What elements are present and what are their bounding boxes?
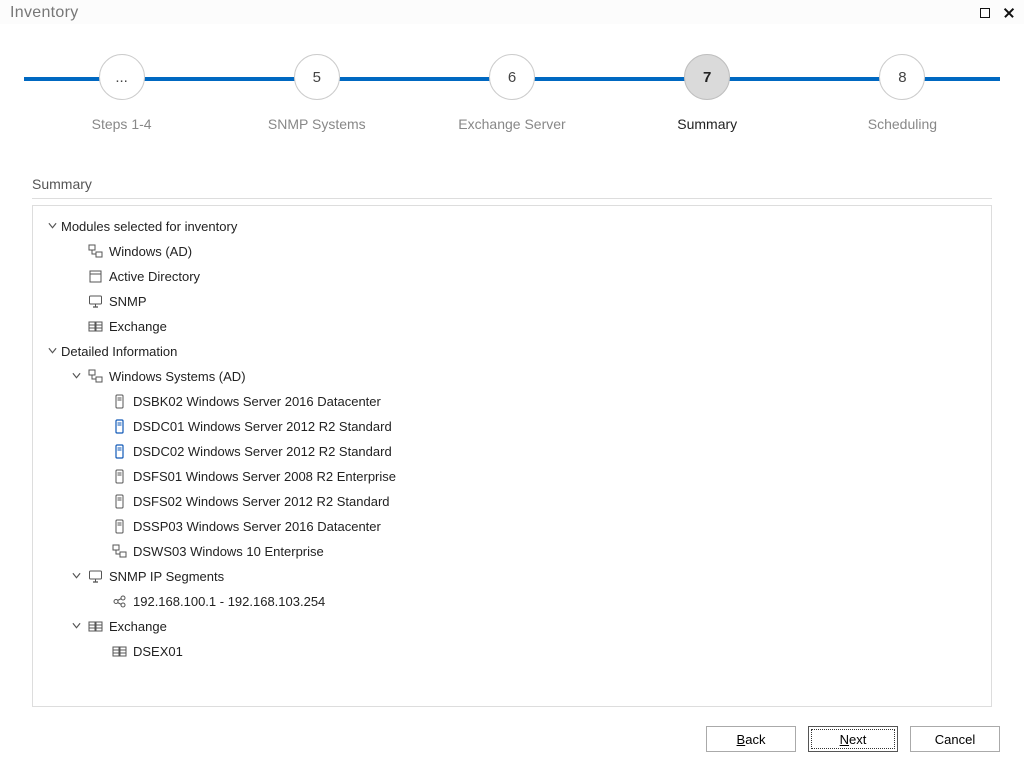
wizard-step-circle: 7 [684,54,730,100]
tree-label: 192.168.100.1 - 192.168.103.254 [133,594,325,609]
wizard-step-circle: 5 [294,54,340,100]
server-icon [111,494,127,510]
tree-label: DSDC01 Windows Server 2012 R2 Standard [133,419,392,434]
tree-label: DSFS02 Windows Server 2012 R2 Standard [133,494,390,509]
tree-row[interactable]: DSBK02 Windows Server 2016 Datacenter [39,389,985,414]
summary-tree-panel: Modules selected for inventory Windows (A… [32,205,992,707]
tree-row[interactable]: SNMP [39,289,985,314]
wizard-button-bar: Back Next Cancel [706,726,1000,752]
tree-row[interactable]: DSEX01 [39,639,985,664]
exchange-icon [87,319,103,335]
back-rest: ack [745,732,765,747]
next-rest: ext [849,732,866,747]
tree-row[interactable]: Exchange [39,614,985,639]
chevron-down-icon[interactable] [69,370,83,384]
tree-label: Windows Systems (AD) [109,369,246,384]
wizard-step-label: Summary [610,116,805,132]
exchange-icon [111,644,127,660]
tree-row[interactable]: SNMP IP Segments [39,564,985,589]
tree-row[interactable]: Exchange [39,314,985,339]
tree-label: Detailed Information [61,344,177,359]
tree-row[interactable]: Detailed Information [39,339,985,364]
tree-label: DSSP03 Windows Server 2016 Datacenter [133,519,381,534]
chevron-down-icon[interactable] [69,570,83,584]
tree-label: DSDC02 Windows Server 2012 R2 Standard [133,444,392,459]
next-mnemonic: N [840,732,849,747]
wizard-step-3[interactable]: 6 Exchange Server [414,54,609,132]
wizard-step-circle: 6 [489,54,535,100]
tree-label: SNMP [109,294,147,309]
tree-label: Modules selected for inventory [61,219,237,234]
window-title: Inventory [10,4,79,22]
wizard-step-1[interactable]: ... Steps 1-4 [24,54,219,132]
tree-row[interactable]: 192.168.100.1 - 192.168.103.254 [39,589,985,614]
tree-label: DSBK02 Windows Server 2016 Datacenter [133,394,381,409]
window-controls [976,4,1018,22]
tree-row[interactable]: DSFS02 Windows Server 2012 R2 Standard [39,489,985,514]
tree-label: DSFS01 Windows Server 2008 R2 Enterprise [133,469,396,484]
wizard-step-label: Steps 1-4 [24,116,219,132]
tree-row[interactable]: DSWS03 Windows 10 Enterprise [39,539,985,564]
tree-row[interactable]: Windows (AD) [39,239,985,264]
titlebar: Inventory [0,0,1024,24]
tree-label: DSEX01 [133,644,183,659]
tree-row[interactable]: Windows Systems (AD) [39,364,985,389]
network-icon [111,544,127,560]
back-button[interactable]: Back [706,726,796,752]
wizard-step-2[interactable]: 5 SNMP Systems [219,54,414,132]
wizard-step-label: SNMP Systems [219,116,414,132]
wizard-steps: ... Steps 1-4 5 SNMP Systems 6 Exchange Serve… [24,54,1000,164]
monitor-icon [87,294,103,310]
directory-icon [87,269,103,285]
network-icon [87,369,103,385]
exchange-icon [87,619,103,635]
maximize-icon [980,8,990,18]
tree-label: DSWS03 Windows 10 Enterprise [133,544,324,559]
chevron-down-icon[interactable] [45,345,59,359]
server-blue-icon [111,419,127,435]
tree-label: Exchange [109,319,167,334]
close-icon [1003,7,1015,19]
tree-row[interactable]: Active Directory [39,264,985,289]
chevron-down-icon[interactable] [69,620,83,634]
server-icon [111,394,127,410]
close-button[interactable] [1000,4,1018,22]
chevron-down-icon[interactable] [45,220,59,234]
tree-row[interactable]: DSDC01 Windows Server 2012 R2 Standard [39,414,985,439]
tree-label: Exchange [109,619,167,634]
cancel-button[interactable]: Cancel [910,726,1000,752]
wizard-step-label: Scheduling [805,116,1000,132]
back-mnemonic: B [737,732,746,747]
network-icon [87,244,103,260]
tree-row[interactable]: Modules selected for inventory [39,214,985,239]
wizard-step-circle: ... [99,54,145,100]
section-header: Summary [32,176,992,199]
tree-label: Windows (AD) [109,244,192,259]
tree-row[interactable]: DSSP03 Windows Server 2016 Datacenter [39,514,985,539]
server-blue-icon [111,444,127,460]
server-icon [111,469,127,485]
tree-label: SNMP IP Segments [109,569,224,584]
segment-icon [111,594,127,610]
monitor-icon [87,569,103,585]
wizard-step-5[interactable]: 8 Scheduling [805,54,1000,132]
wizard-step-circle: 8 [879,54,925,100]
tree-row[interactable]: DSDC02 Windows Server 2012 R2 Standard [39,439,985,464]
tree-label: Active Directory [109,269,200,284]
wizard-step-label: Exchange Server [414,116,609,132]
next-button[interactable]: Next [808,726,898,752]
tree-row[interactable]: DSFS01 Windows Server 2008 R2 Enterprise [39,464,985,489]
maximize-button[interactable] [976,4,994,22]
wizard-step-4[interactable]: 7 Summary [610,54,805,132]
server-icon [111,519,127,535]
